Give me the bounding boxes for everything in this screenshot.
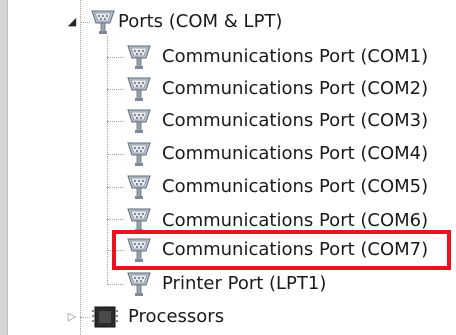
tree-line-root bbox=[80, 0, 81, 335]
device-tree: ◢ Ports (COM & LPT) Communications Port … bbox=[0, 0, 456, 335]
tree-item-com1[interactable]: Communications Port (COM1) bbox=[124, 42, 428, 72]
serial-port-icon bbox=[124, 270, 154, 298]
tree-branch-com1 bbox=[107, 57, 123, 58]
tree-item-ports[interactable]: Ports (COM & LPT) bbox=[88, 7, 282, 37]
tree-item-com4[interactable]: Communications Port (COM4) bbox=[124, 139, 428, 169]
serial-port-icon bbox=[124, 236, 154, 264]
tree-item-label: Communications Port (COM2) bbox=[162, 78, 429, 99]
tree-item-label: Communications Port (COM3) bbox=[162, 110, 429, 131]
serial-port-icon bbox=[124, 206, 154, 230]
tree-item-com3[interactable]: Communications Port (COM3) bbox=[124, 106, 428, 136]
serial-port-icon bbox=[124, 43, 154, 71]
serial-port-icon bbox=[124, 140, 154, 168]
window-left-border bbox=[0, 0, 8, 335]
ports-expand-toggle[interactable]: ◢ bbox=[66, 16, 78, 28]
tree-item-com6[interactable]: Communications Port (COM6) bbox=[124, 204, 428, 230]
tree-item-label: Ports (COM & LPT) bbox=[118, 11, 283, 32]
tree-branch-lpt1 bbox=[107, 284, 123, 285]
tree-branch-processors bbox=[80, 317, 90, 318]
tree-item-com7[interactable]: Communications Port (COM7) bbox=[124, 235, 428, 265]
tree-item-processors[interactable]: Processors bbox=[90, 302, 224, 332]
tree-item-label: Communications Port (COM4) bbox=[162, 143, 429, 164]
tree-branch-com6 bbox=[107, 219, 123, 220]
tree-item-label: Communications Port (COM6) bbox=[162, 210, 429, 230]
tree-branch-com4 bbox=[107, 154, 123, 155]
tree-item-com2[interactable]: Communications Port (COM2) bbox=[124, 74, 428, 104]
processor-chip-icon bbox=[90, 303, 122, 331]
tree-item-label: Communications Port (COM5) bbox=[162, 176, 429, 197]
tree-item-label: Communications Port (COM7) bbox=[162, 239, 429, 260]
serial-port-icon bbox=[124, 75, 154, 103]
tree-item-label: Printer Port (LPT1) bbox=[162, 273, 327, 294]
tree-branch-com5 bbox=[107, 187, 123, 188]
tree-item-lpt1[interactable]: Printer Port (LPT1) bbox=[124, 269, 326, 299]
tree-item-label: Communications Port (COM1) bbox=[162, 46, 429, 67]
tree-item-com5[interactable]: Communications Port (COM5) bbox=[124, 172, 428, 202]
serial-port-icon bbox=[88, 8, 118, 36]
serial-port-icon bbox=[124, 173, 154, 201]
serial-port-icon bbox=[124, 107, 154, 135]
tree-branch-com3 bbox=[107, 121, 123, 122]
processors-expand-toggle[interactable]: ▷ bbox=[66, 311, 78, 323]
tree-branch-com7 bbox=[107, 250, 123, 251]
tree-item-label: Processors bbox=[128, 306, 225, 327]
tree-branch-com2 bbox=[107, 89, 123, 90]
tree-line-ports-children bbox=[107, 36, 108, 285]
